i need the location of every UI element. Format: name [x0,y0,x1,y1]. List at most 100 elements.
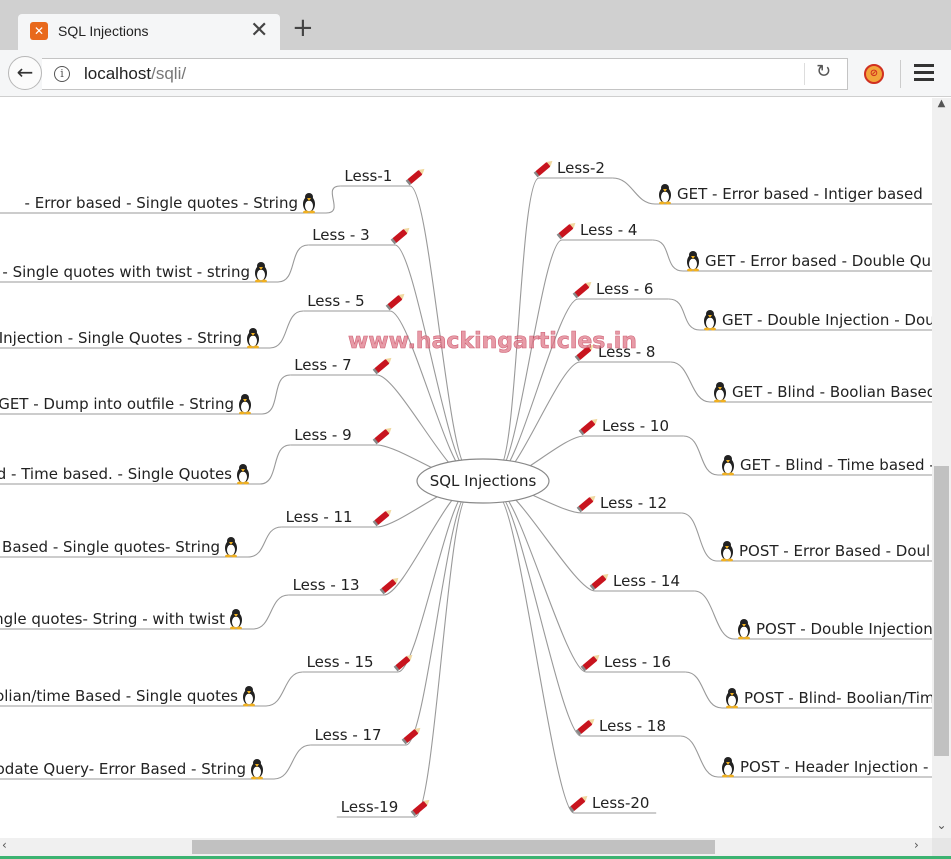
scroll-right-arrow-icon[interactable]: › [914,838,919,852]
lesson-title-left-6[interactable]: ngle quotes- String - with twist [0,610,225,628]
navigation-bar: ← i localhost/sqli/ ↻ ⊘ [0,50,951,97]
edit-pencil-icon[interactable] [580,653,602,672]
penguin-icon [704,310,716,331]
lesson-title-left-7[interactable]: olian/time Based - Single quotes [0,687,238,705]
lesson-label-right-7[interactable]: Less - 16 [604,653,671,671]
lesson-title-right-7[interactable]: POST - Blind- Boolian/Tim [744,689,932,707]
edit-pencil-icon[interactable] [578,417,600,436]
lesson-label-right-8[interactable]: Less - 18 [599,717,666,735]
close-icon[interactable]: ✕ [250,17,268,45]
lesson-title-left-8[interactable]: odate Query- Error Based - String [0,760,246,778]
lesson-label-right-9[interactable]: Less-20 [592,794,649,812]
mind-map: Less-1 - Error based - Single quotes - St… [0,159,932,818]
penguin-icon [303,193,315,214]
scroll-left-arrow-icon[interactable]: ‹ [2,838,7,852]
vertical-scrollbar[interactable]: ▲ ⌄ [932,98,951,838]
penguin-icon [247,328,259,349]
penguin-icon [714,382,726,403]
edit-pencil-icon[interactable] [589,572,611,591]
edit-pencil-icon[interactable] [575,717,597,736]
xampp-icon: ✕ [30,22,48,40]
info-icon[interactable]: i [54,66,70,82]
lesson-label-left-9[interactable]: Less-19 [341,798,398,816]
penguin-icon [255,262,267,283]
tab-sql-injections[interactable]: ✕ SQL Injections ✕ [18,14,280,50]
edit-pencil-icon[interactable] [533,159,555,178]
lesson-label-left-8[interactable]: Less - 17 [315,726,382,744]
edit-pencil-icon[interactable] [372,426,394,445]
penguin-icon [722,455,734,476]
lesson-title-right-2[interactable]: GET - Double Injection - Dou [722,311,932,329]
lesson-title-right-3[interactable]: GET - Blind - Boolian Based [732,383,932,401]
penguin-icon [721,541,733,562]
penguin-icon [722,757,734,778]
new-tab-icon[interactable]: + [292,15,314,41]
edit-pencil-icon[interactable] [568,794,590,813]
edit-pencil-icon[interactable] [372,356,394,375]
penguin-icon [243,686,255,707]
page-content: Less-1 - Error based - Single quotes - St… [0,98,932,838]
lesson-label-left-0[interactable]: Less-1 [344,167,392,185]
lesson-title-right-6[interactable]: POST - Double Injection [756,620,932,638]
edit-pencil-icon[interactable] [401,726,423,745]
lesson-label-right-5[interactable]: Less - 12 [600,494,667,512]
back-arrow-icon[interactable]: ← [8,56,42,90]
edit-pencil-icon[interactable] [576,494,598,513]
horizontal-scroll-thumb[interactable] [192,840,715,854]
edit-pencil-icon[interactable] [410,798,432,817]
lesson-label-right-4[interactable]: Less - 10 [602,417,669,435]
penguin-icon [225,537,237,558]
lesson-label-right-0[interactable]: Less-2 [557,159,605,177]
url-path: /sqli/ [151,64,187,83]
lesson-label-right-2[interactable]: Less - 6 [596,280,653,298]
lesson-label-right-6[interactable]: Less - 14 [613,572,680,590]
lesson-label-left-3[interactable]: Less - 7 [294,356,351,374]
penguin-icon [251,759,263,780]
lesson-title-left-4[interactable]: d - Time based. - Single Quotes [0,465,232,483]
edit-pencil-icon[interactable] [393,653,415,672]
lesson-label-left-1[interactable]: Less - 3 [312,226,369,244]
lesson-label-left-4[interactable]: Less - 9 [294,426,351,444]
edit-pencil-icon[interactable] [556,221,578,240]
watermark-text: www.hackingarticles.in [348,329,637,354]
lesson-title-right-8[interactable]: POST - Header Injection - [740,758,928,776]
penguin-icon [738,619,750,640]
edit-pencil-icon[interactable] [572,280,594,299]
lesson-title-left-2[interactable]: Injection - Single Quotes - String [0,329,242,347]
lesson-title-right-5[interactable]: POST - Error Based - Doul [739,542,930,560]
hamburger-menu-icon[interactable] [914,64,934,82]
penguin-icon [687,251,699,272]
url-text[interactable]: localhost/sqli/ [84,64,186,84]
edit-pencil-icon[interactable] [405,167,427,186]
reload-icon[interactable]: ↻ [816,61,831,82]
lesson-label-left-2[interactable]: Less - 5 [307,292,364,310]
center-node[interactable]: SQL Injections [416,458,550,504]
scroll-up-arrow-icon[interactable]: ▲ [932,98,951,114]
lesson-label-left-7[interactable]: Less - 15 [307,653,374,671]
penguin-icon [237,464,249,485]
penguin-icon [726,688,738,709]
lesson-title-left-5[interactable]: Based - Single quotes- String [2,538,220,556]
lesson-label-right-1[interactable]: Less - 4 [580,221,637,239]
lesson-label-left-5[interactable]: Less - 11 [286,508,353,526]
horizontal-scrollbar[interactable]: ‹ › [0,838,932,856]
lesson-title-right-0[interactable]: GET - Error based - Intiger based [677,185,923,203]
edit-pencil-icon[interactable] [385,292,407,311]
vertical-scroll-thumb[interactable] [934,466,949,756]
tab-title: SQL Injections [58,23,149,39]
scroll-down-arrow-icon[interactable]: ⌄ [932,818,951,836]
address-bar[interactable]: i localhost/sqli/ ↻ [42,58,848,90]
lesson-title-left-3[interactable]: GET - Dump into outfile - String [0,395,234,413]
addon-icon[interactable]: ⊘ [864,64,884,84]
browser-window: ✕ SQL Injections ✕ + ← i localhost/sqli/… [0,0,951,859]
lesson-title-right-4[interactable]: GET - Blind - Time based - [740,456,932,474]
penguin-icon [230,609,242,630]
lesson-title-right-1[interactable]: GET - Error based - Double Qu [705,252,931,270]
lesson-title-left-0[interactable]: - Error based - Single quotes - String [25,194,298,212]
lesson-label-left-6[interactable]: Less - 13 [293,576,360,594]
tab-strip: ✕ SQL Injections ✕ + [0,0,951,50]
url-host: localhost [84,64,152,83]
edit-pencil-icon[interactable] [390,226,412,245]
lesson-title-left-1[interactable]: d - Single quotes with twist - string [0,263,250,281]
divider [900,60,901,88]
